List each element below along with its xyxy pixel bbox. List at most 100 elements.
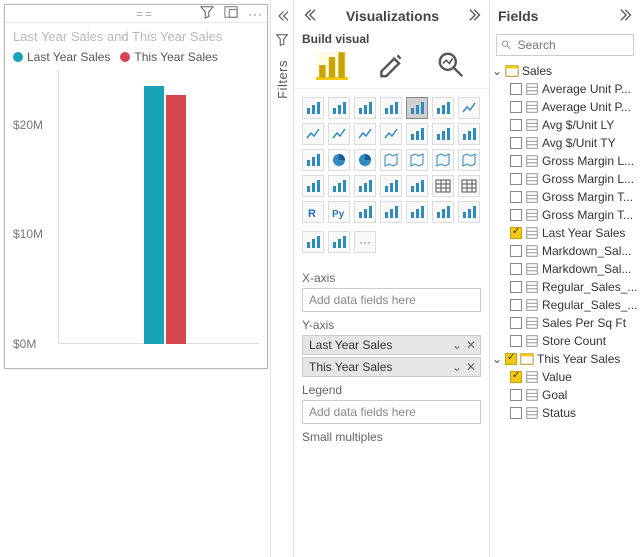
tab-build[interactable]	[316, 52, 348, 80]
tab-analytics[interactable]	[435, 52, 467, 80]
checkbox[interactable]	[510, 281, 522, 293]
viz-type-filled-map[interactable]	[432, 149, 454, 171]
drag-grip-icon[interactable]: ==	[136, 7, 154, 21]
fields-search[interactable]	[496, 34, 634, 56]
visual-card[interactable]: == ··· Last Year Sales and This Year Sal…	[4, 4, 268, 369]
viz-type-line-clustered-column[interactable]	[380, 123, 402, 145]
viz-type-waterfall[interactable]	[432, 123, 454, 145]
viz-type-multi-row-card[interactable]	[354, 175, 376, 197]
chevron-down-icon[interactable]: ⌄	[492, 64, 502, 78]
table-row[interactable]: ⌄Sales	[492, 62, 638, 80]
viz-type-funnel[interactable]	[458, 123, 480, 145]
field-row[interactable]: Markdown_Sal...	[492, 260, 638, 278]
viz-type-matrix[interactable]	[458, 175, 480, 197]
field-row[interactable]: Gross Margin T...	[492, 206, 638, 224]
field-row[interactable]: Markdown_Sal...	[492, 242, 638, 260]
viz-type-area[interactable]	[302, 123, 324, 145]
collapse-right-icon[interactable]	[620, 8, 634, 25]
focus-mode-icon[interactable]	[224, 5, 238, 22]
viz-type-q-and-a[interactable]	[406, 201, 428, 223]
viz-type-donut[interactable]	[354, 149, 376, 171]
bar-this-year-sales[interactable]	[166, 95, 186, 344]
checkbox[interactable]	[510, 299, 522, 311]
viz-type-smart-narrative[interactable]	[432, 201, 454, 223]
checkbox[interactable]	[510, 227, 522, 239]
tab-format[interactable]	[375, 52, 407, 80]
remove-icon[interactable]: ✕	[466, 360, 476, 374]
field-row[interactable]: Regular_Sales_...	[492, 278, 638, 296]
viz-type-slicer[interactable]	[406, 175, 428, 197]
checkbox[interactable]	[510, 209, 522, 221]
viz-type-gauge[interactable]	[302, 175, 324, 197]
field-row[interactable]: Average Unit P...	[492, 80, 638, 98]
viz-type-kpi[interactable]	[380, 175, 402, 197]
viz-type-map[interactable]	[406, 149, 428, 171]
remove-icon[interactable]: ✕	[466, 338, 476, 352]
viz-type-r-visual[interactable]: R	[302, 201, 324, 223]
legend-item[interactable]: This Year Sales	[120, 50, 217, 64]
well-legend[interactable]: Add data fields here	[302, 400, 481, 424]
more-options-icon[interactable]: ···	[248, 7, 263, 21]
field-row[interactable]: Goal	[492, 386, 638, 404]
viz-type-paginated-report[interactable]	[458, 201, 480, 223]
field-row[interactable]: Store Count	[492, 332, 638, 350]
expand-left-icon[interactable]	[276, 10, 288, 25]
field-row[interactable]: Gross Margin L...	[492, 170, 638, 188]
checkbox[interactable]	[510, 155, 522, 167]
viz-type-stacked-column-100[interactable]	[432, 97, 454, 119]
viz-type-ellipsis[interactable]: ···	[354, 231, 376, 253]
viz-type-clustered-bar[interactable]	[328, 97, 350, 119]
legend-item[interactable]: Last Year Sales	[13, 50, 110, 64]
bar-last-year-sales[interactable]	[144, 86, 164, 344]
checkbox[interactable]	[510, 173, 522, 185]
checkbox[interactable]	[510, 245, 522, 257]
field-row[interactable]: Gross Margin L...	[492, 152, 638, 170]
viz-type-treemap[interactable]	[380, 149, 402, 171]
collapse-right-icon[interactable]	[469, 8, 483, 25]
checkbox[interactable]	[510, 83, 522, 95]
field-row[interactable]: Value	[492, 368, 638, 386]
viz-type-line-stacked-column[interactable]	[354, 123, 376, 145]
viz-type-pie[interactable]	[328, 149, 350, 171]
checkbox[interactable]	[510, 317, 522, 329]
viz-type-stacked-bar-100[interactable]	[354, 97, 376, 119]
viz-type-scatter[interactable]	[302, 149, 324, 171]
well-yaxis[interactable]: Last Year Sales⌄✕This Year Sales⌄✕	[302, 335, 481, 377]
field-pill[interactable]: This Year Sales⌄✕	[302, 357, 481, 377]
filters-pane-toggle-icon[interactable]	[275, 33, 289, 50]
search-input[interactable]	[516, 37, 629, 53]
field-row[interactable]: Status	[492, 404, 638, 422]
viz-type-ribbon[interactable]	[406, 123, 428, 145]
field-row[interactable]: Last Year Sales	[492, 224, 638, 242]
viz-type-power-apps[interactable]	[328, 231, 350, 253]
checkbox[interactable]	[510, 335, 522, 347]
viz-type-stacked-area[interactable]	[328, 123, 350, 145]
field-row[interactable]: Avg $/Unit TY	[492, 134, 638, 152]
viz-type-line[interactable]	[458, 97, 480, 119]
checkbox[interactable]	[510, 119, 522, 131]
field-pill[interactable]: Last Year Sales⌄✕	[302, 335, 481, 355]
table-row[interactable]: ⌄This Year Sales	[492, 350, 638, 368]
viz-type-stacked-column[interactable]	[380, 97, 402, 119]
viz-type-azure-map[interactable]	[458, 149, 480, 171]
checkbox[interactable]	[510, 263, 522, 275]
filters-pane-collapsed[interactable]: Filters	[270, 0, 294, 557]
checkbox[interactable]	[510, 191, 522, 203]
checkbox[interactable]	[510, 389, 522, 401]
chevron-down-icon[interactable]: ⌄	[452, 360, 462, 374]
filter-icon[interactable]	[200, 5, 214, 22]
viz-type-key-influencers[interactable]	[354, 201, 376, 223]
checkbox[interactable]	[510, 137, 522, 149]
chevron-down-icon[interactable]: ⌄	[492, 352, 502, 366]
expand-left-icon[interactable]	[302, 8, 316, 25]
viz-type-decomposition-tree[interactable]	[380, 201, 402, 223]
field-row[interactable]: Average Unit P...	[492, 98, 638, 116]
viz-type-clustered-column[interactable]	[406, 97, 428, 119]
checkbox[interactable]	[510, 407, 522, 419]
chevron-down-icon[interactable]: ⌄	[452, 338, 462, 352]
field-row[interactable]: Regular_Sales_...	[492, 296, 638, 314]
field-row[interactable]: Gross Margin T...	[492, 188, 638, 206]
viz-type-table[interactable]	[432, 175, 454, 197]
field-row[interactable]: Avg $/Unit LY	[492, 116, 638, 134]
checkbox[interactable]	[510, 101, 522, 113]
